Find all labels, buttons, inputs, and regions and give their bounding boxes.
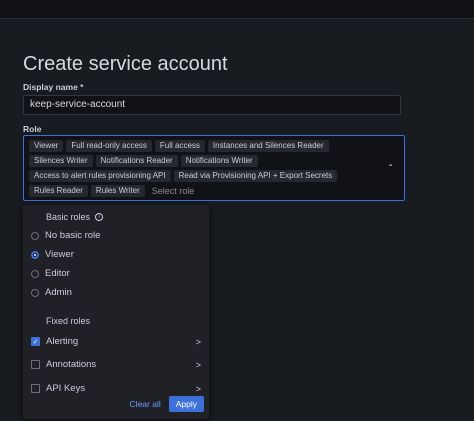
role-placeholder[interactable]: Select role — [148, 185, 195, 197]
role-chip[interactable]: Notifications Writer — [180, 155, 258, 167]
basic-role-label: Admin — [45, 287, 72, 298]
role-chip[interactable]: Read via Provisioning API + Export Secre… — [173, 170, 338, 182]
checkbox-unchecked-icon — [31, 360, 40, 369]
role-chip[interactable]: Full read-only access — [66, 140, 152, 152]
chevron-right-icon[interactable]: > — [196, 360, 201, 370]
role-chip[interactable]: Notifications Reader — [95, 155, 178, 167]
basic-role-label: Viewer — [45, 249, 74, 260]
role-picker-dropdown: Basic roles i No basic role Viewer Edito… — [23, 205, 209, 419]
role-chip[interactable]: Full access — [154, 140, 205, 152]
radio-checked-icon — [31, 250, 39, 259]
radio-unchecked-icon — [31, 269, 39, 278]
fixed-role-label: API Keys — [46, 383, 86, 394]
checkbox-unchecked-icon — [31, 384, 40, 393]
role-chip[interactable]: Rules Reader — [29, 185, 88, 197]
chevron-right-icon[interactable]: > — [196, 384, 201, 394]
radio-unchecked-icon — [31, 288, 39, 297]
dropdown-footer: Clear all Apply — [130, 396, 204, 412]
role-label: Role — [23, 124, 42, 134]
role-chip[interactable]: Access to alert rules provisioning API — [29, 170, 171, 182]
fixed-role-label: Annotations — [46, 359, 97, 370]
fixed-role-api-keys[interactable]: API Keys > — [31, 383, 201, 394]
radio-unchecked-icon — [31, 231, 39, 240]
fixed-role-label: Alerting — [46, 336, 79, 347]
basic-roles-header: Basic roles i — [46, 212, 104, 222]
role-chip[interactable]: Silences Writer — [29, 155, 93, 167]
basic-role-label: Editor — [45, 268, 70, 279]
basic-role-admin[interactable]: Admin — [31, 287, 72, 298]
apply-button[interactable]: Apply — [168, 396, 204, 412]
display-name-label: Display name * — [23, 82, 84, 92]
chevron-up-icon[interactable]: ⌃ — [387, 163, 394, 172]
chevron-right-icon[interactable]: > — [196, 337, 201, 347]
info-icon[interactable]: i — [95, 213, 104, 221]
main-panel: Create service account Display name * ke… — [0, 18, 474, 421]
fixed-role-alerting[interactable]: ✓ Alerting > — [31, 336, 201, 347]
page-title: Create service account — [23, 53, 228, 75]
display-name-input[interactable]: keep-service-account — [23, 95, 401, 115]
role-select[interactable]: Viewer Full read-only access Full access… — [23, 135, 405, 201]
role-chip[interactable]: Rules Writer — [90, 185, 145, 197]
role-chip[interactable]: Viewer — [29, 140, 64, 152]
basic-role-label: No basic role — [45, 230, 101, 241]
basic-role-editor[interactable]: Editor — [31, 268, 70, 279]
fixed-roles-header: Fixed roles — [46, 316, 90, 326]
basic-role-none[interactable]: No basic role — [31, 230, 100, 241]
fixed-roles-title: Fixed roles — [46, 316, 91, 326]
role-chip[interactable]: Instances and Silences Reader — [207, 140, 329, 152]
clear-all-button[interactable]: Clear all — [130, 399, 161, 409]
basic-role-viewer[interactable]: Viewer — [31, 249, 74, 260]
fixed-role-annotations[interactable]: Annotations > — [31, 359, 201, 370]
basic-roles-title: Basic roles — [46, 212, 91, 222]
checkbox-checked-icon: ✓ — [31, 337, 40, 346]
